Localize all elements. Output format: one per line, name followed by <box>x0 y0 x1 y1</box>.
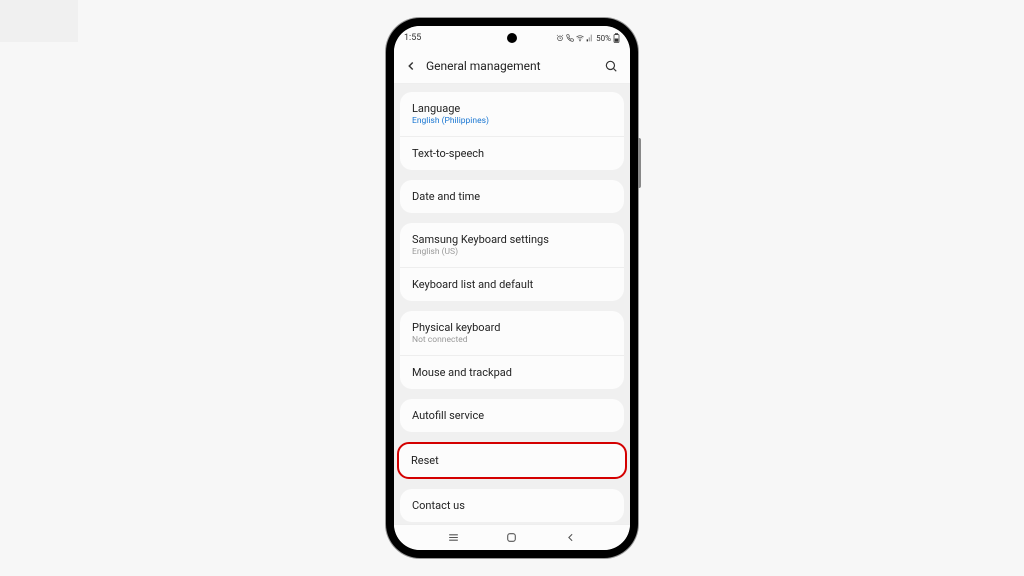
settings-item-keyboard-list[interactable]: Keyboard list and default <box>400 267 624 301</box>
settings-group: Samsung Keyboard settingsEnglish (US) Key… <box>400 223 624 301</box>
status-icons: 50% <box>556 33 620 43</box>
settings-group: Autofill service <box>400 399 624 432</box>
back-icon <box>564 531 577 544</box>
page-title: General management <box>422 59 602 73</box>
search-button[interactable] <box>602 59 620 73</box>
item-title: Physical keyboard <box>412 321 612 334</box>
corner-tab <box>0 0 78 42</box>
item-subtitle: Not connected <box>412 335 612 345</box>
item-title: Text-to-speech <box>412 147 612 160</box>
settings-group: Physical keyboardNot connected Mouse and … <box>400 311 624 389</box>
settings-item-text-to-speech[interactable]: Text-to-speech <box>400 136 624 170</box>
item-subtitle: English (US) <box>412 247 612 257</box>
item-title: Keyboard list and default <box>412 278 612 291</box>
phone-frame: 1:55 50% General management LanguageEngl… <box>386 18 638 558</box>
chevron-left-icon <box>404 59 418 73</box>
header: General management <box>394 48 630 84</box>
settings-item-samsung-keyboard[interactable]: Samsung Keyboard settingsEnglish (US) <box>400 223 624 267</box>
settings-group: Reset <box>397 442 627 479</box>
item-subtitle: English (Philippines) <box>412 116 612 126</box>
side-button <box>638 138 641 188</box>
settings-group: Date and time <box>400 180 624 213</box>
settings-item-reset[interactable]: Reset <box>399 444 625 477</box>
settings-item-language[interactable]: LanguageEnglish (Philippines) <box>400 92 624 136</box>
settings-item-date-and-time[interactable]: Date and time <box>400 180 624 213</box>
nav-home[interactable] <box>502 531 522 544</box>
settings-item-mouse-trackpad[interactable]: Mouse and trackpad <box>400 355 624 389</box>
status-time: 1:55 <box>404 33 421 43</box>
home-icon <box>505 531 518 544</box>
settings-item-autofill-service[interactable]: Autofill service <box>400 399 624 432</box>
item-title: Date and time <box>412 190 612 203</box>
item-title: Contact us <box>412 499 612 512</box>
nav-bar <box>394 524 630 550</box>
alarm-icon <box>556 34 564 42</box>
search-icon <box>604 59 618 73</box>
item-title: Samsung Keyboard settings <box>412 233 612 246</box>
settings-item-contact-us[interactable]: Contact us <box>400 489 624 522</box>
item-title: Reset <box>411 454 613 467</box>
camera-hole <box>507 33 517 43</box>
back-button[interactable] <box>404 59 422 73</box>
nav-recents[interactable] <box>443 531 463 544</box>
settings-group: Contact us <box>400 489 624 522</box>
screen: 1:55 50% General management LanguageEngl… <box>394 26 630 550</box>
item-title: Language <box>412 102 612 115</box>
nav-back[interactable] <box>561 531 581 544</box>
battery-percent: 50% <box>596 34 611 43</box>
call-icon <box>566 34 574 42</box>
item-title: Mouse and trackpad <box>412 366 612 379</box>
settings-item-physical-keyboard[interactable]: Physical keyboardNot connected <box>400 311 624 355</box>
settings-group: LanguageEnglish (Philippines) Text-to-spe… <box>400 92 624 170</box>
item-title: Autofill service <box>412 409 612 422</box>
recents-icon <box>447 531 460 544</box>
battery-icon <box>613 33 620 43</box>
settings-list: LanguageEnglish (Philippines) Text-to-spe… <box>394 84 630 524</box>
signal-icon <box>586 34 594 42</box>
wifi-icon <box>576 34 584 42</box>
